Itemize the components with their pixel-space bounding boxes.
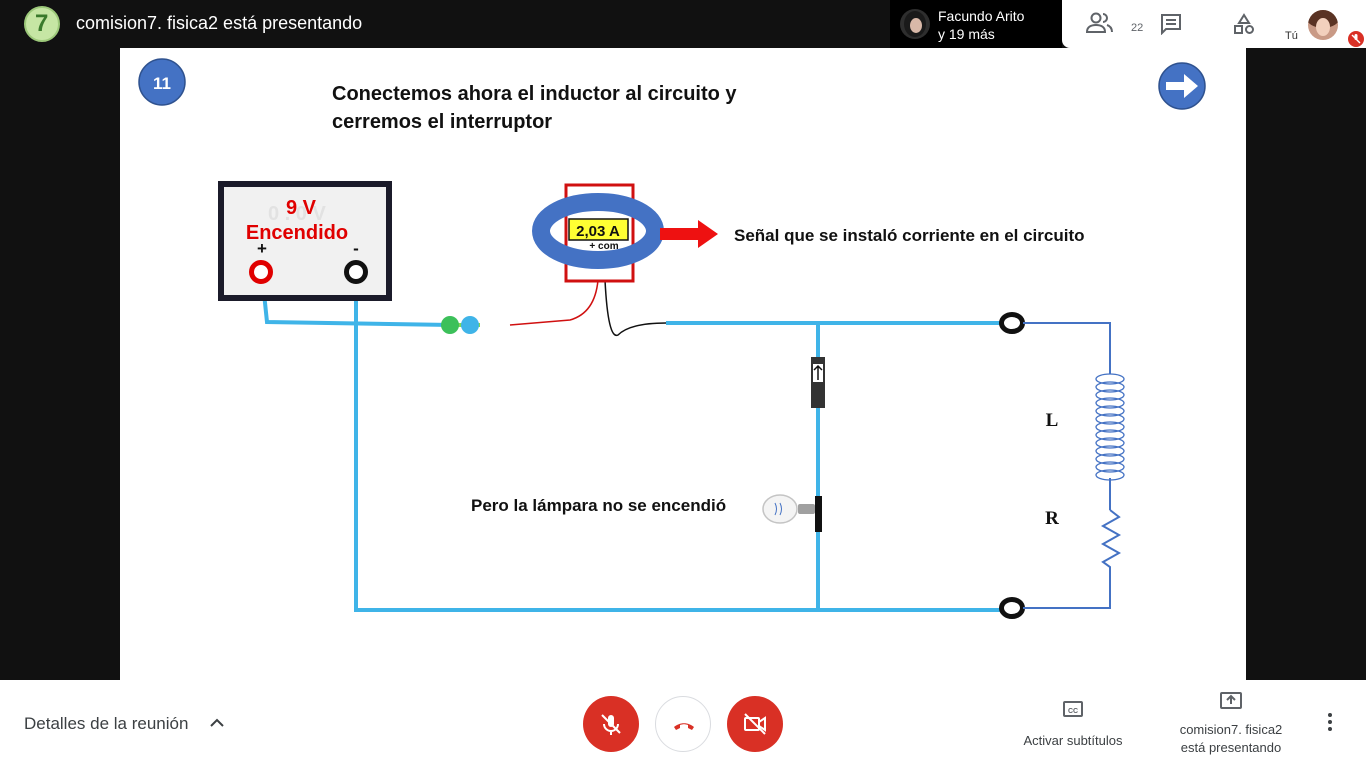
lamp bbox=[762, 494, 822, 532]
activities-button[interactable] bbox=[1233, 13, 1255, 40]
connector-blue bbox=[461, 316, 479, 334]
inductor-label: L bbox=[1046, 410, 1059, 431]
supply-voltage: 9 V bbox=[286, 197, 317, 219]
camera-off-icon bbox=[744, 713, 766, 735]
next-slide-button[interactable] bbox=[1158, 62, 1206, 110]
supply-negative-terminal bbox=[344, 260, 368, 284]
power-supply: 0 . 0 V 9 V Encendido + - bbox=[218, 181, 392, 301]
people-icon bbox=[1085, 12, 1113, 33]
more-options-button[interactable] bbox=[1326, 712, 1334, 737]
supply-positive-terminal bbox=[249, 260, 273, 284]
meeting-details-label: Detalles de la reunión bbox=[24, 714, 189, 733]
participant-avatar bbox=[900, 9, 930, 39]
more-vert-icon bbox=[1328, 713, 1332, 731]
present-icon bbox=[1220, 692, 1242, 709]
camera-toggle-button[interactable] bbox=[727, 696, 783, 752]
supply-minus-label: - bbox=[353, 239, 359, 258]
meeting-toolbar: 22 bbox=[1062, 0, 1280, 48]
ammeter-black-lead bbox=[604, 279, 667, 337]
captions-icon: CC bbox=[1063, 701, 1083, 717]
bottom-bar: Detalles de la reunión CC Activar subtít… bbox=[0, 680, 1366, 768]
arrow-note: Señal que se instaló corriente en el cir… bbox=[734, 226, 1085, 245]
rl-branch bbox=[1023, 322, 1122, 609]
lamp-note: Pero la lámpara no se encendió bbox=[471, 496, 726, 515]
participant-count: 22 bbox=[1131, 22, 1144, 34]
chat-button[interactable] bbox=[1160, 13, 1182, 40]
participant-name: Facundo Arito bbox=[938, 8, 1025, 24]
mic-toggle-button[interactable] bbox=[583, 696, 639, 752]
presenter-logo: 7 bbox=[24, 6, 60, 42]
people-button[interactable]: 22 bbox=[1085, 10, 1143, 41]
slide-canvas: 11 Conectemos ahora el inductor al circu… bbox=[138, 58, 1206, 619]
presenting-label: comision7. fisica2 está presentando bbox=[1166, 721, 1296, 757]
presenter-title: comision7. fisica2 está presentando bbox=[76, 13, 363, 33]
circuit-switch bbox=[811, 357, 825, 408]
self-tile[interactable]: Tú bbox=[1280, 0, 1366, 48]
supply-plus-label: + bbox=[257, 239, 267, 258]
self-avatar bbox=[1308, 10, 1338, 40]
participant-more: y 19 más bbox=[938, 26, 995, 42]
top-bar: 7 comision7. fisica2 está presentando Fa… bbox=[0, 0, 1366, 48]
slide-number-badge: 11 bbox=[138, 58, 186, 106]
mic-off-icon bbox=[1351, 34, 1361, 44]
activities-icon bbox=[1234, 13, 1254, 34]
slide-title-line1: Conectemos ahora el inductor al circuito… bbox=[332, 83, 737, 105]
chat-icon bbox=[1161, 14, 1181, 36]
presenting-line2: está presentando bbox=[1180, 740, 1282, 755]
self-label: Tú bbox=[1285, 30, 1298, 42]
inductor-coil bbox=[1095, 373, 1125, 481]
captions-button[interactable]: CC Activar subtítulos bbox=[1010, 700, 1136, 748]
participant-names: Facundo Arito y 19 más bbox=[938, 7, 1024, 43]
captions-label: Activar subtítulos bbox=[1023, 733, 1123, 748]
clamp-ammeter: 2,03 A + com bbox=[532, 183, 664, 283]
ammeter-red-lead bbox=[509, 279, 599, 326]
presenting-button[interactable]: comision7. fisica2 está presentando bbox=[1166, 692, 1296, 757]
resistor-label: R bbox=[1045, 508, 1059, 529]
red-arrow bbox=[660, 220, 718, 248]
load-terminal-top bbox=[999, 312, 1025, 334]
ammeter-reading: 2,03 A bbox=[576, 223, 620, 240]
leave-call-button[interactable] bbox=[655, 696, 711, 752]
svg-text:CC: CC bbox=[1068, 708, 1078, 715]
self-mic-off-badge bbox=[1348, 31, 1364, 47]
ammeter-terminals: + com bbox=[589, 241, 618, 252]
presentation-slide: 11 Conectemos ahora el inductor al circu… bbox=[120, 48, 1246, 680]
presenting-line1: comision7. fisica2 bbox=[1179, 722, 1283, 737]
connector-green bbox=[441, 316, 459, 334]
chevron-up-icon bbox=[210, 718, 224, 727]
slide-number: 11 bbox=[153, 74, 171, 93]
slide-title-line2: cerremos el interruptor bbox=[332, 111, 552, 133]
circuit-wires bbox=[260, 273, 1000, 612]
participants-chip[interactable]: Facundo Arito y 19 más bbox=[890, 0, 1062, 48]
hangup-icon bbox=[674, 723, 694, 730]
load-terminal-bottom bbox=[999, 597, 1025, 619]
mic-off-icon bbox=[601, 714, 621, 735]
